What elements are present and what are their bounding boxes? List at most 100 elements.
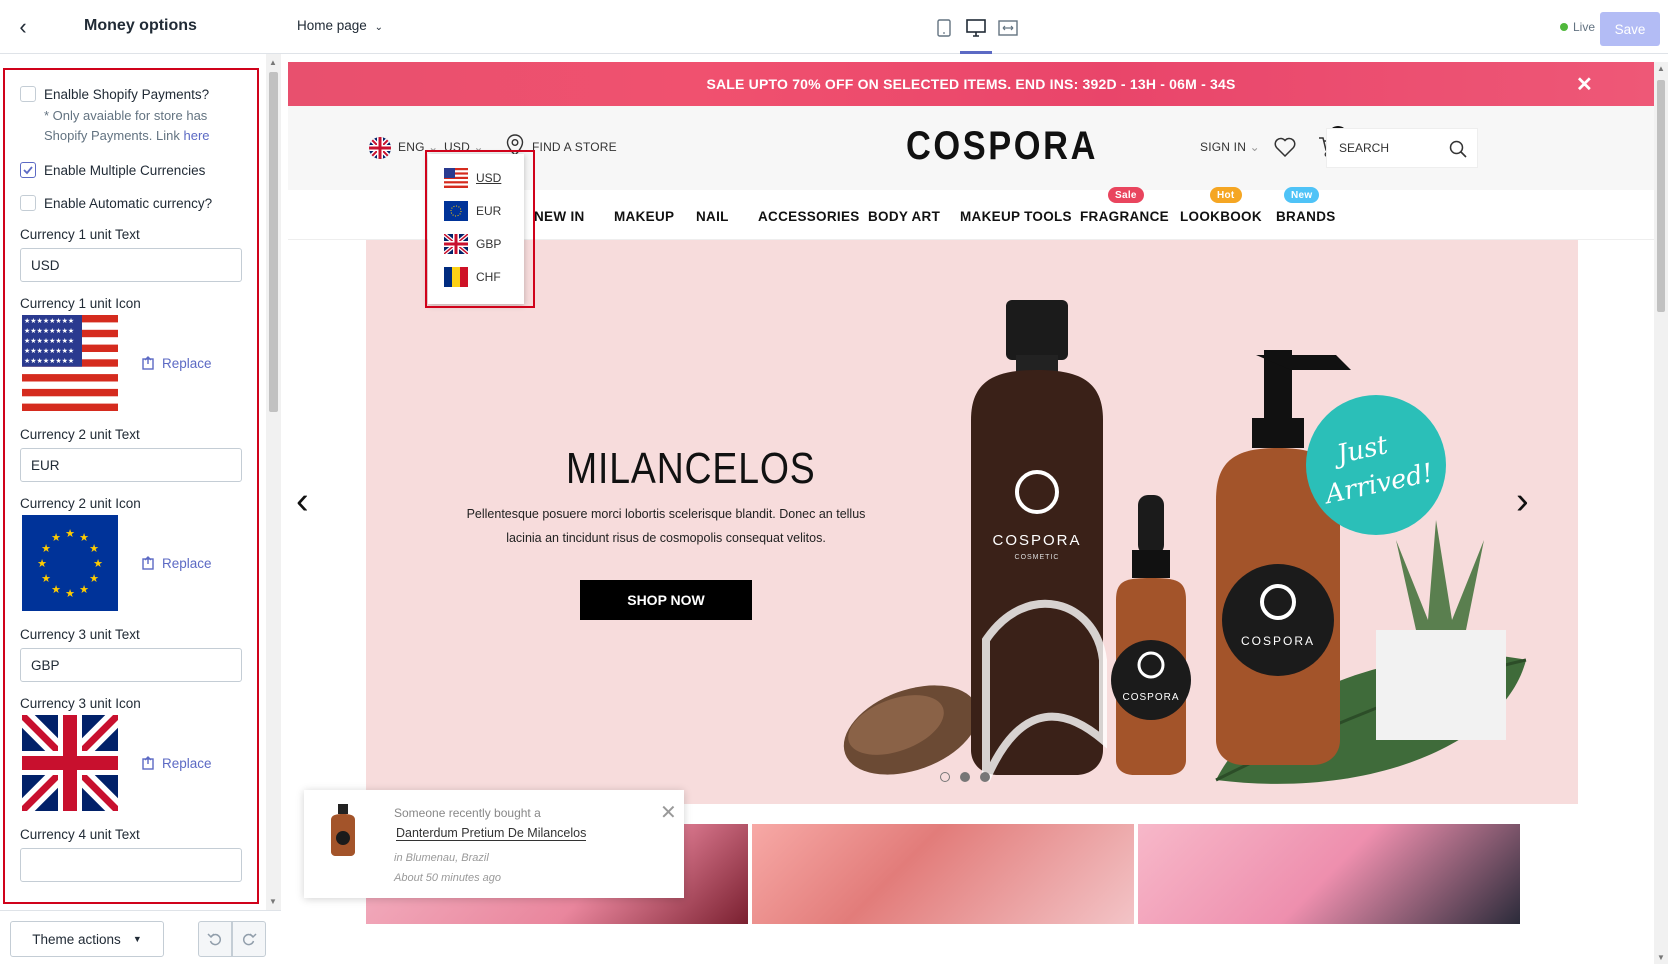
category-tile-tools[interactable] (1138, 824, 1520, 924)
store-search-input[interactable]: SEARCH (1326, 128, 1478, 168)
svg-text:★: ★ (37, 557, 47, 570)
storefront-preview: SALE UPTO 70% OFF ON SELECTED ITEMS. END… (288, 62, 1654, 964)
currency-3-text-input[interactable]: GBP (20, 648, 242, 682)
payments-note: * Only avaiable for store has Shopify Pa… (44, 108, 210, 143)
svg-text:★★★★★★★★: ★★★★★★★★ (24, 317, 74, 325)
page-selector[interactable]: Home page ⌄ (297, 18, 383, 33)
close-icon[interactable]: ✕ (660, 800, 677, 825)
currency-option-usd[interactable]: USD (444, 166, 501, 190)
currency-2-text-label: Currency 2 unit Text (20, 427, 140, 442)
svg-text:★: ★ (51, 531, 61, 544)
svg-text:★★★★★★★★: ★★★★★★★★ (24, 347, 74, 355)
enable-payments-checkbox-row[interactable]: Enalble Shopify Payments? (20, 84, 244, 104)
nav-new-in[interactable]: NEW IN (534, 209, 585, 224)
svg-text:★: ★ (79, 583, 89, 596)
toast-location: in Blumenau, Brazil (394, 852, 489, 864)
live-status: Live (1560, 20, 1595, 34)
hot-badge: Hot (1210, 187, 1242, 203)
nav-accessories[interactable]: ACCESSORIES (758, 209, 860, 224)
undo-icon (207, 933, 222, 946)
nav-fragrance[interactable]: Sale FRAGRANCE (1080, 187, 1169, 224)
eu-flag-icon (444, 201, 468, 221)
store-logo[interactable]: COSPORA (906, 124, 1098, 169)
nav-makeup-tools[interactable]: MAKEUP TOOLS (960, 209, 1072, 224)
find-store-link[interactable]: FIND A STORE (532, 140, 617, 154)
sidebar-scrollbar[interactable]: ▲ ▼ (266, 54, 281, 910)
us-flag-icon (444, 168, 468, 188)
heart-icon (1274, 137, 1296, 157)
sidebar-settings-panel: Enalble Shopify Payments? * Only avaiabl… (0, 54, 266, 910)
scroll-up-icon: ▲ (269, 58, 277, 67)
nav-brands[interactable]: New BRANDS (1276, 187, 1336, 224)
ro-flag-icon (444, 267, 468, 287)
redo-button[interactable] (232, 921, 266, 957)
enable-payments-label: Enalble Shopify Payments? (44, 86, 210, 102)
language-selector[interactable]: ENG ⌄ (398, 140, 438, 154)
products-image: COSPORA COSMETIC COSPORA COSPORA Just Ar… (843, 300, 1527, 784)
currency-selector[interactable]: USD ⌄ (444, 140, 484, 154)
nav-nail[interactable]: NAIL (696, 209, 729, 224)
shop-now-button[interactable]: SHOP NOW (580, 580, 752, 620)
currency-option-eur[interactable]: EUR (444, 199, 501, 223)
enable-multi-currency-label: Enable Multiple Currencies (44, 162, 206, 178)
hero-prev-arrow-icon[interactable]: ‹ (296, 480, 309, 523)
currency-option-gbp[interactable]: GBP (444, 232, 501, 256)
product-thumbnail (331, 804, 355, 856)
currency-2-replace-button[interactable]: Replace (142, 556, 212, 571)
enable-payments-checkbox[interactable] (20, 86, 36, 102)
nav-body-art[interactable]: BODY ART (868, 209, 940, 224)
slide-dot-2[interactable] (960, 772, 970, 782)
close-icon[interactable]: ✕ (1576, 72, 1593, 97)
currency-1-text-input[interactable]: USD (20, 248, 242, 282)
save-button[interactable]: Save (1600, 12, 1660, 46)
svg-text:★: ★ (41, 542, 51, 555)
nav-lookbook[interactable]: Hot LOOKBOOK (1180, 187, 1262, 224)
theme-editor-sidebar: ‹ Money options Enalble Shopify Payments… (0, 0, 281, 964)
preview-scrollbar[interactable]: ▲ ▼ (1654, 62, 1668, 964)
mobile-view-icon[interactable] (932, 16, 956, 40)
category-tile-makeup[interactable] (752, 824, 1134, 924)
toast-time: About 50 minutes ago (394, 872, 502, 884)
currency-option-chf[interactable]: CHF (444, 265, 501, 289)
live-dot-icon (1560, 23, 1568, 31)
currency-dropdown: USD EUR GBP CHF (428, 154, 524, 304)
enable-multi-currency-checkbox[interactable] (20, 162, 36, 178)
hero-description: Pellentesque posuere morci lobortis scel… (466, 507, 866, 545)
location-pin-icon (506, 134, 524, 156)
currency-4-text-input[interactable] (20, 848, 242, 882)
replace-icon (142, 556, 154, 570)
active-device-indicator (960, 51, 992, 54)
sidebar-footer: Theme actions ▼ (0, 910, 281, 964)
svg-text:COSMETIC: COSMETIC (1015, 554, 1060, 561)
hero-next-arrow-icon[interactable]: › (1516, 480, 1529, 523)
svg-text:★: ★ (41, 572, 51, 585)
uk-flag-icon (20, 713, 120, 813)
desktop-view-icon[interactable] (964, 16, 988, 40)
undo-button[interactable] (198, 921, 232, 957)
currency-2-text-input[interactable]: EUR (20, 448, 242, 482)
replace-icon (142, 356, 154, 370)
currency-3-text-label: Currency 3 unit Text (20, 627, 140, 642)
currency-1-icon-label: Currency 1 unit Icon (20, 296, 141, 311)
toast-product-link[interactable]: Danterdum Pretium De Milancelos (396, 826, 587, 841)
svg-text:★: ★ (65, 527, 75, 540)
svg-text:COSPORA: COSPORA (1122, 692, 1179, 703)
currency-3-replace-button[interactable]: Replace (142, 756, 212, 771)
fullscreen-view-icon[interactable] (996, 16, 1020, 40)
enable-multi-currency-row[interactable]: Enable Multiple Currencies (20, 160, 244, 180)
enable-auto-currency-label: Enable Automatic currency? (44, 195, 213, 211)
theme-actions-button[interactable]: Theme actions ▼ (10, 921, 164, 957)
eu-flag-icon: ★ ★ ★ ★ ★ ★ ★ ★ ★ ★ ★ ★ (20, 513, 120, 613)
slide-dot-3[interactable] (980, 772, 990, 782)
slide-dot-1[interactable] (940, 772, 950, 782)
scroll-down-icon: ▼ (269, 897, 277, 906)
svg-text:★★★★★★★★: ★★★★★★★★ (24, 357, 74, 365)
svg-text:★★★★★★★★: ★★★★★★★★ (24, 337, 74, 345)
enable-auto-currency-checkbox[interactable] (20, 195, 36, 211)
payments-here-link[interactable]: here (184, 128, 210, 143)
sign-in-link[interactable]: SIGN IN ⌄ (1200, 140, 1260, 154)
hero-title: MILANCELOS (566, 444, 816, 493)
enable-auto-currency-row[interactable]: Enable Automatic currency? (20, 193, 244, 213)
nav-makeup[interactable]: MAKEUP (614, 209, 674, 224)
currency-1-replace-button[interactable]: Replace (142, 356, 212, 371)
